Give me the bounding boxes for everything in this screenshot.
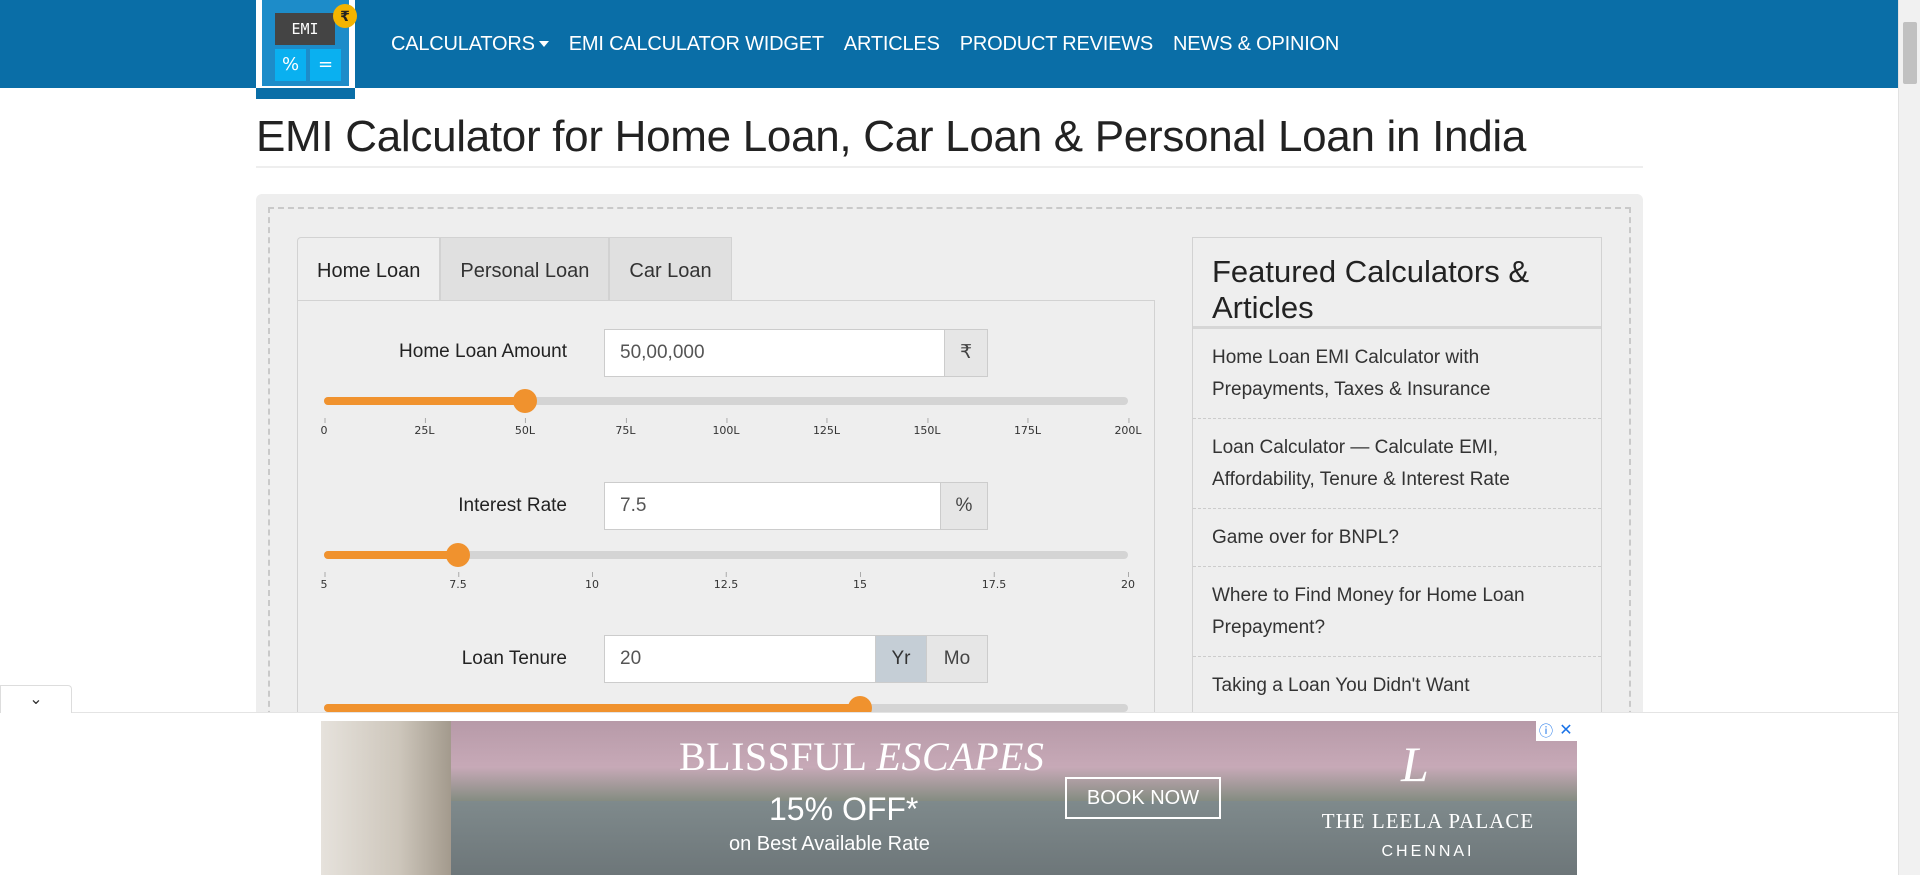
ad-book-now-button[interactable]: BOOK NOW bbox=[1065, 777, 1221, 819]
scale-tick-label: 7.5 bbox=[449, 572, 467, 591]
scale-tick-label: 125L bbox=[812, 418, 841, 437]
percent-unit-addon: % bbox=[940, 482, 988, 530]
ad-headline-plain: BLISSFUL bbox=[679, 734, 867, 779]
loan-amount-slider-fill bbox=[324, 397, 525, 405]
scale-tick-label: 200L bbox=[1114, 418, 1142, 437]
logo-percent-key: % bbox=[275, 49, 306, 81]
nav-news-opinion[interactable]: NEWS & OPINION bbox=[1173, 33, 1339, 56]
page-scrollbar[interactable] bbox=[1898, 0, 1920, 875]
tab-car-loan[interactable]: Car Loan bbox=[609, 237, 732, 301]
scale-tick-label: 50L bbox=[514, 418, 536, 437]
featured-list: Home Loan EMI Calculator with Prepayment… bbox=[1193, 329, 1601, 715]
caret-down-icon bbox=[538, 41, 549, 48]
featured-link-home-loan-emi[interactable]: Home Loan EMI Calculator with Prepayment… bbox=[1193, 329, 1601, 419]
featured-link-loan-calculator[interactable]: Loan Calculator — Calculate EMI, Afforda… bbox=[1193, 419, 1601, 509]
ad-headline-italic: ESCAPES bbox=[876, 734, 1045, 779]
ad-backdrop-hotel bbox=[321, 721, 451, 875]
rupee-unit-addon: ₹ bbox=[944, 329, 988, 377]
ad-close-icon[interactable]: ✕ bbox=[1556, 721, 1576, 741]
tab-personal-loan[interactable]: Personal Loan bbox=[440, 237, 610, 301]
scale-tick-label: 100L bbox=[712, 418, 740, 437]
ad-brand-city: CHENNAI bbox=[1381, 843, 1475, 860]
scale-tick-label: 17.5 bbox=[981, 572, 1007, 591]
scale-tick-label: 25L bbox=[414, 418, 435, 437]
ad-brand-logo: L bbox=[1401, 736, 1429, 792]
tenure-month-toggle[interactable]: Mo bbox=[926, 635, 988, 683]
interest-rate-slider-handle[interactable] bbox=[445, 543, 470, 567]
ad-brand-name: THE LEELA PALACE bbox=[1321, 809, 1535, 833]
nav-calculators[interactable]: CALCULATORS bbox=[391, 33, 549, 56]
ad-headline: BLISSFUL ESCAPES bbox=[679, 733, 1044, 780]
page-title: EMI Calculator for Home Loan, Car Loan &… bbox=[256, 112, 1527, 161]
interest-rate-input[interactable]: 7.5 bbox=[604, 482, 941, 530]
scale-tick-label: 12.5 bbox=[713, 572, 739, 591]
loan-amount-input[interactable]: 50,00,000 bbox=[604, 329, 945, 377]
scale-tick-label: 20 bbox=[1121, 572, 1135, 591]
logo-screen: EMI bbox=[275, 13, 335, 45]
scale-tick-label: 5 bbox=[320, 572, 328, 591]
scale-tick-label: 15 bbox=[852, 572, 867, 591]
main-nav: CALCULATORS EMI CALCULATOR WIDGET ARTICL… bbox=[391, 0, 1359, 88]
featured-link-bnpl[interactable]: Game over for BNPL? bbox=[1193, 509, 1601, 567]
nav-product-reviews[interactable]: PRODUCT REVIEWS bbox=[960, 33, 1154, 56]
featured-link-unwanted-loan[interactable]: Taking a Loan You Didn't Want bbox=[1193, 657, 1601, 715]
interest-rate-slider[interactable] bbox=[324, 543, 1128, 567]
scale-tick-label: 150L bbox=[913, 418, 941, 437]
ad-offer-subtext: on Best Available Rate bbox=[729, 833, 930, 855]
loan-tenure-label: Loan Tenure bbox=[461, 648, 567, 669]
ad-controls: ⓘ ✕ bbox=[1536, 721, 1577, 741]
scale-tick-label: 10 bbox=[584, 572, 599, 591]
chevron-down-icon: ⌄ bbox=[29, 691, 43, 708]
scrollbar-thumb[interactable] bbox=[1903, 22, 1917, 84]
loan-amount-slider-handle[interactable] bbox=[513, 389, 537, 413]
ad-info-icon[interactable]: ⓘ bbox=[1536, 721, 1556, 741]
logo-calculator-icon: EMI % = ₹ bbox=[262, 0, 357, 86]
loan-tenure-slider[interactable] bbox=[324, 696, 1128, 720]
nav-calculators-label: CALCULATORS bbox=[391, 32, 535, 55]
featured-articles-panel: Featured Calculators & Articles Home Loa… bbox=[1192, 237, 1602, 727]
logo-equals-key: = bbox=[310, 49, 341, 81]
site-logo[interactable]: EMI % = ₹ bbox=[256, 0, 357, 99]
loan-amount-slider[interactable] bbox=[324, 389, 1128, 413]
loan-tenure-slider-fill bbox=[324, 704, 860, 712]
loan-amount-scale: 0 25L 50L 75L 100L 125L 150L 175L 200L bbox=[320, 418, 1142, 438]
ad-collapse-button[interactable]: ⌄ bbox=[0, 685, 72, 713]
interest-rate-scale: 5 7.5 10 12.5 15 17.5 20 bbox=[320, 572, 1135, 592]
ad-banner[interactable]: BLISSFUL ESCAPES 15% OFF* on Best Availa… bbox=[321, 721, 1577, 875]
loan-tenure-input[interactable]: 20 bbox=[604, 635, 876, 683]
ad-offer: 15% OFF* bbox=[769, 791, 919, 827]
title-divider bbox=[256, 166, 1643, 168]
nav-articles[interactable]: ARTICLES bbox=[844, 33, 940, 56]
featured-link-prepayment[interactable]: Where to Find Money for Home Loan Prepay… bbox=[1193, 567, 1601, 657]
scale-tick-label: 0 bbox=[320, 418, 328, 437]
featured-title: Featured Calculators & Articles bbox=[1212, 254, 1530, 325]
interest-rate-slider-fill bbox=[324, 551, 458, 559]
scale-tick-label: 75L bbox=[615, 418, 636, 437]
scale-tick-label: 175L bbox=[1013, 418, 1042, 437]
loan-amount-label: Home Loan Amount bbox=[399, 341, 567, 362]
tenure-year-toggle[interactable]: Yr bbox=[875, 635, 927, 683]
logo-underline bbox=[256, 88, 355, 99]
tab-home-loan[interactable]: Home Loan bbox=[297, 237, 441, 301]
nav-emi-widget[interactable]: EMI CALCULATOR WIDGET bbox=[569, 33, 824, 56]
rupee-badge-icon: ₹ bbox=[333, 4, 357, 28]
interest-rate-label: Interest Rate bbox=[458, 495, 567, 516]
loan-type-tabs: Home Loan Personal Loan Car Loan bbox=[297, 237, 732, 301]
